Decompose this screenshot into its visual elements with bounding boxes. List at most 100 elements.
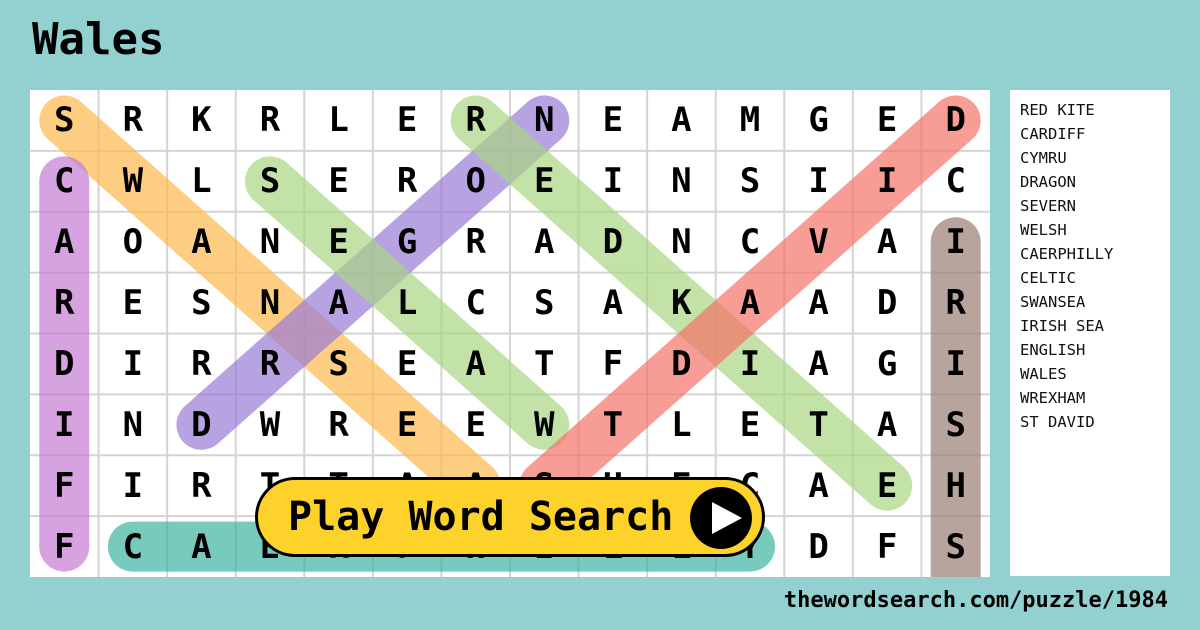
- grid-cell[interactable]: D: [853, 273, 922, 334]
- grid-cell[interactable]: C: [30, 151, 99, 212]
- word-list-item: SWANSEA: [1020, 293, 1086, 311]
- grid-cell[interactable]: N: [647, 151, 716, 212]
- grid-cell[interactable]: R: [441, 90, 510, 151]
- grid-cell[interactable]: E: [304, 212, 373, 273]
- grid-cell[interactable]: C: [441, 273, 510, 334]
- grid-cell[interactable]: R: [236, 90, 305, 151]
- grid-cell[interactable]: W: [236, 394, 305, 455]
- grid-cell[interactable]: A: [579, 273, 648, 334]
- grid-cell[interactable]: G: [373, 212, 442, 273]
- grid-cell[interactable]: A: [30, 212, 99, 273]
- grid-cell[interactable]: E: [441, 394, 510, 455]
- word-list: RED KITE CARDIFF CYMRU DRAGON SEVERN WELSH CAE…: [1010, 90, 1170, 576]
- grid-cell[interactable]: A: [853, 394, 922, 455]
- grid-cell[interactable]: E: [304, 151, 373, 212]
- grid-cell[interactable]: W: [510, 394, 579, 455]
- grid-cell[interactable]: A: [441, 334, 510, 395]
- grid-cell[interactable]: S: [921, 394, 990, 455]
- grid-cell[interactable]: S: [716, 151, 785, 212]
- grid-cell[interactable]: F: [30, 455, 99, 516]
- grid-cell[interactable]: E: [853, 90, 922, 151]
- grid-cell[interactable]: R: [304, 394, 373, 455]
- grid-cell[interactable]: R: [30, 273, 99, 334]
- grid-cell[interactable]: D: [167, 394, 236, 455]
- grid-cell[interactable]: L: [373, 273, 442, 334]
- grid-cell[interactable]: M: [716, 90, 785, 151]
- grid-cell[interactable]: C: [99, 516, 168, 577]
- grid-cell[interactable]: N: [236, 212, 305, 273]
- grid-cell[interactable]: N: [647, 212, 716, 273]
- grid-cell[interactable]: W: [99, 151, 168, 212]
- grid-cell[interactable]: R: [99, 90, 168, 151]
- grid-cell[interactable]: A: [784, 455, 853, 516]
- grid-cell[interactable]: I: [921, 212, 990, 273]
- grid-cell[interactable]: I: [99, 334, 168, 395]
- grid-cell[interactable]: E: [373, 334, 442, 395]
- grid-cell[interactable]: V: [784, 212, 853, 273]
- grid-cell[interactable]: D: [647, 334, 716, 395]
- grid-cell[interactable]: F: [30, 516, 99, 577]
- grid-cell[interactable]: S: [510, 273, 579, 334]
- grid-cell[interactable]: A: [304, 273, 373, 334]
- grid-cell[interactable]: R: [236, 334, 305, 395]
- grid-cell[interactable]: O: [99, 212, 168, 273]
- grid-cell[interactable]: I: [921, 334, 990, 395]
- grid-cell[interactable]: L: [647, 394, 716, 455]
- grid-cell[interactable]: E: [716, 394, 785, 455]
- grid-cell[interactable]: H: [921, 455, 990, 516]
- grid-cell[interactable]: R: [167, 455, 236, 516]
- grid-cell[interactable]: A: [510, 212, 579, 273]
- grid-cell[interactable]: R: [373, 151, 442, 212]
- grid-cell[interactable]: E: [373, 394, 442, 455]
- grid-cell[interactable]: N: [510, 90, 579, 151]
- grid-cell[interactable]: L: [167, 151, 236, 212]
- grid-cell[interactable]: S: [304, 334, 373, 395]
- grid-cell[interactable]: R: [167, 334, 236, 395]
- grid-cell[interactable]: R: [921, 273, 990, 334]
- grid-cell[interactable]: I: [30, 394, 99, 455]
- grid-cell[interactable]: E: [510, 151, 579, 212]
- grid-cell[interactable]: D: [921, 90, 990, 151]
- grid-cell[interactable]: G: [784, 90, 853, 151]
- grid-cell[interactable]: G: [853, 334, 922, 395]
- grid-cell[interactable]: S: [167, 273, 236, 334]
- grid-cell[interactable]: A: [647, 90, 716, 151]
- grid-cell[interactable]: A: [167, 516, 236, 577]
- grid-cell[interactable]: I: [579, 151, 648, 212]
- grid-cell[interactable]: D: [784, 516, 853, 577]
- grid-cell[interactable]: T: [784, 394, 853, 455]
- grid-cell[interactable]: A: [853, 212, 922, 273]
- grid-cell[interactable]: K: [167, 90, 236, 151]
- grid-cell[interactable]: S: [30, 90, 99, 151]
- grid-cell[interactable]: C: [921, 151, 990, 212]
- grid-cell[interactable]: I: [99, 455, 168, 516]
- grid-cell[interactable]: E: [853, 455, 922, 516]
- grid-cell[interactable]: S: [921, 516, 990, 577]
- grid-cell[interactable]: R: [441, 212, 510, 273]
- grid-cell[interactable]: E: [579, 90, 648, 151]
- grid-cell[interactable]: I: [853, 151, 922, 212]
- grid-cell[interactable]: A: [784, 334, 853, 395]
- grid-cell[interactable]: E: [99, 273, 168, 334]
- grid-cell[interactable]: D: [30, 334, 99, 395]
- grid-cell[interactable]: T: [579, 394, 648, 455]
- grid-cell[interactable]: L: [304, 90, 373, 151]
- grid-cell[interactable]: T: [510, 334, 579, 395]
- grid-cell[interactable]: I: [784, 151, 853, 212]
- grid-cell[interactable]: N: [236, 273, 305, 334]
- grid-cell[interactable]: D: [579, 212, 648, 273]
- play-icon: [690, 487, 752, 549]
- grid-cell[interactable]: A: [784, 273, 853, 334]
- grid-cell[interactable]: A: [167, 212, 236, 273]
- grid-cell[interactable]: I: [716, 334, 785, 395]
- grid-cell[interactable]: S: [236, 151, 305, 212]
- grid-cell[interactable]: F: [853, 516, 922, 577]
- grid-cell[interactable]: K: [647, 273, 716, 334]
- play-word-search-button[interactable]: Play Word Search: [255, 477, 765, 557]
- grid-cell[interactable]: O: [441, 151, 510, 212]
- grid-cell[interactable]: C: [716, 212, 785, 273]
- grid-cell[interactable]: N: [99, 394, 168, 455]
- grid-cell[interactable]: E: [373, 90, 442, 151]
- grid-cell[interactable]: F: [579, 334, 648, 395]
- grid-cell[interactable]: A: [716, 273, 785, 334]
